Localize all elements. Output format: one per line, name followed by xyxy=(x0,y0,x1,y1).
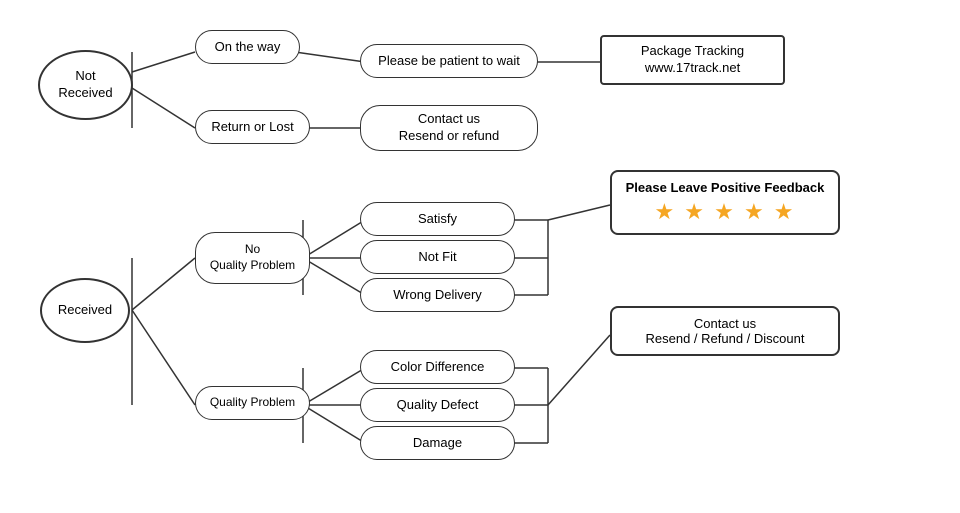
feedback-box: Please Leave Positive Feedback ★ ★ ★ ★ ★ xyxy=(610,170,840,235)
return-or-lost-node: Return or Lost xyxy=(195,110,310,144)
diagram: Not Received On the way Return or Lost P… xyxy=(0,0,960,513)
wrong-delivery-node: Wrong Delivery xyxy=(360,278,515,312)
quality-problem-node: Quality Problem xyxy=(195,386,310,420)
feedback-title: Please Leave Positive Feedback xyxy=(624,180,826,195)
stars-display: ★ ★ ★ ★ ★ xyxy=(624,199,826,225)
not-received-node: Not Received xyxy=(38,50,133,120)
satisfy-node: Satisfy xyxy=(360,202,515,236)
color-diff-node: Color Difference xyxy=(360,350,515,384)
contact-resend-refund2-box: Contact us Resend / Refund / Discount xyxy=(610,306,840,356)
contact-resend-refund2-label: Contact us Resend / Refund / Discount xyxy=(646,316,805,346)
quality-defect-node: Quality Defect xyxy=(360,388,515,422)
package-tracking-node: Package Tracking www.17track.net xyxy=(600,35,785,85)
patient-node: Please be patient to wait xyxy=(360,44,538,78)
contact-resend-refund-node: Contact us Resend or refund xyxy=(360,105,538,151)
not-fit-node: Not Fit xyxy=(360,240,515,274)
no-quality-node: No Quality Problem xyxy=(195,232,310,284)
on-the-way-node: On the way xyxy=(195,30,300,64)
damage-node: Damage xyxy=(360,426,515,460)
received-node: Received xyxy=(40,278,130,343)
